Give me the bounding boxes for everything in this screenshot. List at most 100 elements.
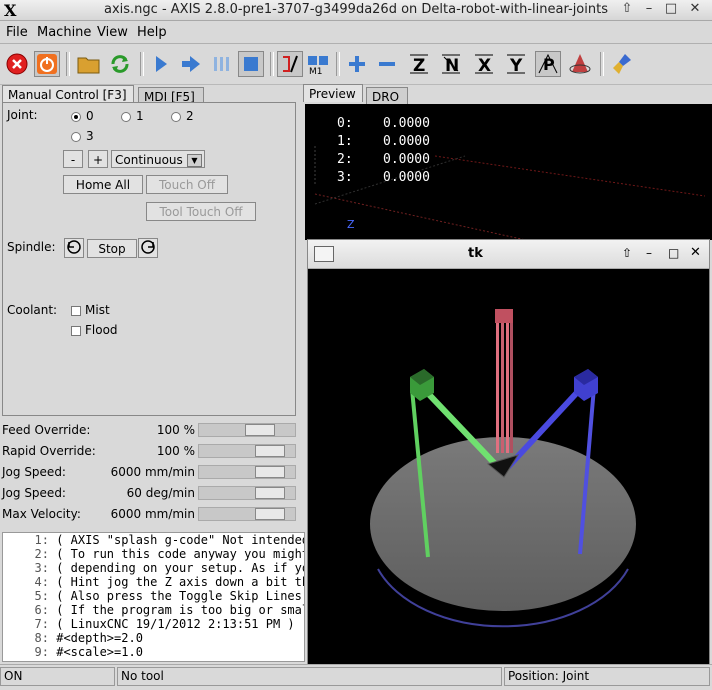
slider-thumb[interactable] [255, 445, 285, 457]
tab-preview[interactable]: Preview [303, 84, 363, 102]
close-icon[interactable]: ✕ [686, 1, 704, 16]
power-button[interactable] [34, 51, 60, 77]
override-slider[interactable] [198, 507, 296, 521]
manual-control-panel: Joint: 0 1 2 3 - + Continuous ▼ Home All… [2, 102, 296, 416]
gcode-line[interactable]: 6: ( If the program is too big or smal [3, 603, 304, 617]
coolant-label: Coolant: [7, 303, 58, 317]
svg-text:M1: M1 [309, 67, 323, 75]
gcode-line[interactable]: 2: ( To run this code anyway you might [3, 547, 304, 561]
rotate-view-button[interactable] [567, 51, 593, 77]
dro-value: 0.0000 [383, 116, 430, 131]
joint-radio-label: 2 [186, 109, 194, 123]
machine-state: ON [0, 667, 115, 686]
dro-row: 3: 0.0000 [337, 170, 447, 185]
tab-dro[interactable]: DRO [366, 87, 408, 105]
pause-button[interactable] [208, 51, 234, 77]
run-button[interactable] [148, 51, 174, 77]
maximize-icon[interactable]: □ [668, 246, 679, 260]
joint-radio-0[interactable] [71, 112, 81, 122]
reload-button[interactable] [107, 51, 133, 77]
minimize-icon[interactable]: – [646, 246, 652, 260]
menu-view[interactable]: View [97, 25, 128, 40]
tab-manual-control[interactable]: Manual Control [F3] [2, 85, 134, 103]
tool-touch-off-button[interactable]: Tool Touch Off [146, 202, 256, 221]
zoom-out-button[interactable] [374, 51, 400, 77]
stop-button[interactable] [238, 51, 264, 77]
optional-stop-button[interactable]: M1 [305, 51, 331, 77]
menu-help[interactable]: Help [137, 25, 167, 40]
gcode-listing[interactable]: 1: ( AXIS "splash g-code" Not intended 2:… [2, 532, 305, 662]
view-x-button[interactable]: X [471, 51, 497, 77]
window-menu-icon[interactable] [314, 246, 334, 262]
menu-file[interactable]: File [6, 25, 28, 40]
slider-thumb[interactable] [245, 424, 275, 436]
jog-mode-select[interactable]: Continuous ▼ [111, 150, 205, 168]
mist-checkbox[interactable] [71, 306, 81, 316]
home-all-button[interactable]: Home All [63, 175, 143, 194]
slider-thumb[interactable] [255, 487, 285, 499]
slider-thumb[interactable] [255, 508, 285, 520]
estop-button[interactable] [4, 51, 30, 77]
override-value: 6000 mm/min [110, 507, 195, 521]
joint-radio-label: 3 [86, 129, 94, 143]
override-label: Max Velocity: [2, 507, 81, 521]
minimize-icon[interactable]: – [640, 1, 658, 16]
joint-radio-1[interactable] [121, 112, 131, 122]
gcode-line[interactable]: 7: ( LinuxCNC 19/1/2012 2:13:51 PM ) [3, 617, 304, 631]
spindle-stop-button[interactable]: Stop [87, 239, 137, 258]
menu-bar: File Machine View Help [0, 21, 712, 44]
override-label: Feed Override: [2, 423, 91, 437]
joint-radio-2[interactable] [171, 112, 181, 122]
gcode-line[interactable]: 3: ( depending on your setup. As if yo [3, 561, 304, 575]
override-slider[interactable] [198, 486, 296, 500]
delta-robot-3d-view[interactable] [308, 269, 709, 669]
gcode-line[interactable]: 9: #<scale>=1.0 [3, 645, 304, 659]
line-number: 1: [34, 533, 49, 547]
preview-canvas[interactable]: 0: 0.0000 1: 0.0000 2: 0.0000 3: 0.0000 … [305, 104, 712, 240]
spindle-ccw-button[interactable] [64, 238, 84, 258]
view-z2-button[interactable]: N [438, 51, 464, 77]
maximize-icon[interactable]: □ [662, 1, 680, 16]
line-text: ( LinuxCNC 19/1/2012 2:13:51 PM ) [56, 617, 295, 631]
svg-text:N: N [445, 56, 459, 76]
override-slider[interactable] [198, 444, 296, 458]
joint-label: Joint: [7, 108, 38, 122]
clear-live-plot-button[interactable] [610, 51, 636, 77]
open-file-button[interactable] [76, 51, 102, 77]
dro-axis: 0: [337, 116, 353, 131]
line-number: 8: [34, 631, 49, 645]
keep-above-icon[interactable]: ⇧ [618, 1, 636, 16]
view-perspective-button[interactable]: P [535, 51, 561, 77]
rotate-cw-icon [141, 240, 155, 254]
jog-plus-button[interactable]: + [88, 150, 108, 168]
override-row: Max Velocity: 6000 mm/min [0, 506, 300, 524]
touch-off-button[interactable]: Touch Off [146, 175, 228, 194]
line-text: ( depending on your setup. As if yo [56, 561, 305, 575]
slider-thumb[interactable] [255, 466, 285, 478]
toolbar-separator [336, 52, 340, 76]
zoom-in-button[interactable] [344, 51, 370, 77]
override-slider[interactable] [198, 465, 296, 479]
block-delete-button[interactable] [277, 51, 303, 77]
step-button[interactable] [178, 51, 204, 77]
gcode-line[interactable]: 1: ( AXIS "splash g-code" Not intended [3, 533, 304, 547]
spindle-cw-button[interactable] [138, 238, 158, 258]
view-z-button[interactable]: Z [406, 51, 432, 77]
line-text: ( Also press the Toggle Skip Lines [56, 589, 302, 603]
jog-minus-button[interactable]: - [63, 150, 83, 168]
flood-checkbox[interactable] [71, 326, 81, 336]
toolbar-separator [66, 52, 70, 76]
menu-machine[interactable]: Machine [37, 25, 91, 40]
view-y-button[interactable]: Y [503, 51, 529, 77]
gcode-line[interactable]: 4: ( Hint jog the Z axis down a bit th [3, 575, 304, 589]
line-number: 6: [34, 603, 49, 617]
gcode-line[interactable]: 8: #<depth>=2.0 [3, 631, 304, 645]
override-slider[interactable] [198, 423, 296, 437]
gcode-line[interactable]: 5: ( Also press the Toggle Skip Lines [3, 589, 304, 603]
dro-value: 0.0000 [383, 134, 430, 149]
keep-above-icon[interactable]: ⇧ [622, 246, 632, 260]
joint-radio-3[interactable] [71, 132, 81, 142]
override-row: Feed Override: 100 % [0, 422, 300, 440]
close-icon[interactable]: ✕ [690, 245, 701, 260]
dro-axis: 2: [337, 152, 353, 167]
